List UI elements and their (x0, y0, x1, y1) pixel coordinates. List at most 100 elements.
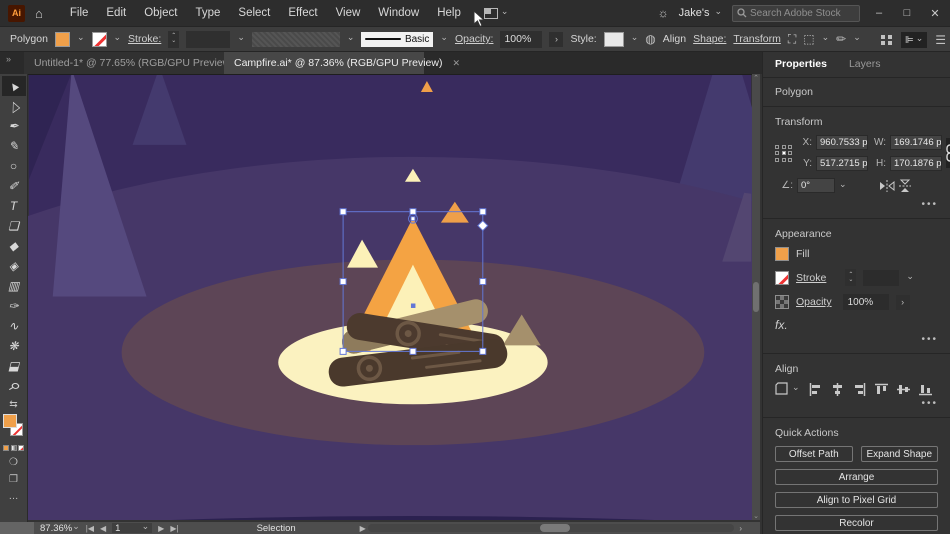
align-left-icon[interactable] (809, 382, 822, 396)
transform-more-options-icon[interactable]: ••• (775, 199, 938, 210)
isolate-selection-icon[interactable]: ✏ (836, 32, 846, 46)
next-artboard-icon[interactable]: ▶ (158, 524, 164, 533)
zoom-level-field[interactable]: 87.36% (40, 523, 72, 534)
fill-color-swatch[interactable] (54, 31, 70, 47)
color-fill-icon[interactable] (3, 445, 9, 451)
handle-mid-left[interactable] (339, 278, 347, 286)
menu-list-icon[interactable]: ☰ (935, 33, 946, 47)
drawing-mode-icon[interactable]: ❍ (9, 457, 18, 468)
transform-label[interactable]: Transform (733, 33, 780, 45)
zoom-level-chevron-icon[interactable] (72, 523, 80, 534)
direct-selection-tool-icon[interactable]: △ (2, 96, 26, 116)
stroke-weight-chevron-icon[interactable] (906, 272, 914, 284)
minimize-button[interactable]: – (870, 7, 888, 19)
stroke-weight-value-field[interactable] (863, 269, 900, 286)
expand-section-button[interactable]: › (549, 31, 564, 47)
align-bottom-icon[interactable] (918, 383, 932, 396)
menu-view[interactable]: View (327, 7, 370, 19)
recolor-button[interactable]: Recolor (775, 515, 938, 531)
align-top-icon[interactable] (874, 383, 888, 396)
shape-label[interactable]: Shape: (693, 33, 726, 45)
opacity-expand-icon[interactable]: › (895, 294, 910, 310)
paintbrush-tool-icon[interactable]: ✐ (2, 176, 26, 196)
artboard-number-field[interactable]: 1 (112, 523, 153, 534)
reference-point-selector[interactable] (775, 144, 792, 162)
swap-fill-stroke-icon[interactable]: ⇆ (9, 399, 17, 410)
menu-window[interactable]: Window (369, 7, 428, 19)
fill-orange-swatch[interactable] (2, 414, 17, 428)
rotation-angle-field[interactable]: 0° (797, 178, 835, 193)
width-field[interactable]: 169.1746 p (890, 135, 942, 150)
document-setup-globe-icon[interactable]: ◍ (645, 32, 655, 46)
last-artboard-icon[interactable]: ▶| (170, 524, 178, 533)
horizontal-scrollbar[interactable] (368, 524, 734, 532)
tab-overflow-icon[interactable]: » (6, 54, 11, 64)
tab-properties[interactable]: Properties (775, 58, 827, 77)
tab-layers[interactable]: Layers (849, 58, 881, 77)
curvature-tool-icon[interactable]: ✎ (2, 136, 26, 156)
artboard-tool-icon[interactable]: ⬓ (2, 356, 26, 376)
type-tool-icon[interactable]: T (2, 196, 26, 216)
tab-campfire[interactable]: Campfire.ai* @ 87.36% (RGB/GPU Preview) ✕ (224, 52, 460, 74)
shape-tool-icon[interactable]: ○ (2, 156, 26, 176)
appearance-stroke-label[interactable]: Stroke (796, 272, 826, 284)
handle-top-left[interactable] (339, 208, 347, 216)
appearance-opacity-swatch[interactable] (775, 295, 789, 309)
gradient-tool-icon[interactable]: ▥ (2, 276, 26, 296)
menu-help[interactable]: Help (428, 7, 470, 19)
blend-tool-icon[interactable]: ∿ (2, 316, 26, 336)
symbol-sprayer-tool-icon[interactable]: ❋ (2, 336, 26, 356)
discover-lightbulb-icon[interactable]: ☼ (658, 6, 669, 20)
account-menu[interactable]: Jake's (679, 7, 722, 19)
angle-chevron-icon[interactable] (839, 180, 847, 192)
menu-file[interactable]: File (61, 7, 98, 19)
x-position-field[interactable]: 960.7533 p (816, 135, 868, 150)
home-icon[interactable]: ⌂ (35, 6, 43, 21)
appearance-more-options-icon[interactable]: ••• (775, 334, 938, 345)
touch-workspace-icon[interactable] (880, 35, 893, 45)
pen-tool-icon[interactable]: ✒ (2, 116, 26, 136)
stroke-weight-label[interactable]: Stroke: (128, 33, 161, 45)
menu-type[interactable]: Type (186, 7, 229, 19)
opacity-label[interactable]: Opacity: (455, 33, 494, 45)
menu-object[interactable]: Object (135, 7, 186, 19)
maximize-button[interactable]: □ (898, 7, 916, 19)
toolbar-more-icon[interactable]: … (9, 491, 19, 502)
stroke-color-swatch[interactable] (91, 31, 107, 47)
horizontal-scroll-thumb[interactable] (540, 524, 570, 532)
zoom-tool-icon[interactable]: ⚲ (2, 376, 26, 396)
fx-effects-button[interactable]: fx. (775, 318, 938, 332)
appearance-stroke-swatch[interactable] (775, 270, 789, 285)
height-field[interactable]: 170.1876 p (890, 156, 942, 171)
y-position-field[interactable]: 517.2715 p (816, 156, 868, 171)
opacity-value-field[interactable]: 100% (842, 294, 889, 310)
handle-mid-right[interactable] (479, 278, 487, 286)
handle-top-right[interactable] (479, 208, 487, 216)
center-point-widget[interactable] (410, 303, 416, 308)
scroll-down-icon[interactable]: ⌄ (752, 512, 760, 520)
align-to-pixel-grid-button[interactable]: Align to Pixel Grid (775, 492, 938, 508)
select-similar-icon[interactable]: ⬚ (803, 32, 814, 46)
shape-builder-tool-icon[interactable]: ◈ (2, 256, 26, 276)
tab-untitled-1[interactable]: Untitled-1* @ 77.65% (RGB/GPU Preview)✕ (24, 52, 251, 74)
align-right-icon[interactable] (853, 382, 866, 396)
adobe-stock-search-input[interactable]: Search Adobe Stock (732, 4, 860, 22)
eyedropper-tool-icon[interactable]: ✑ (2, 296, 26, 316)
expand-shape-button[interactable]: Expand Shape (860, 446, 938, 462)
stroke-weight-stepper[interactable]: ⌃ ⌄ (845, 269, 857, 286)
align-to-selector[interactable] (775, 382, 800, 396)
align-more-options-icon[interactable]: ••• (775, 398, 938, 409)
align-label[interactable]: Align (663, 33, 686, 45)
arrange-documents-icon[interactable]: ⊫ (900, 32, 928, 48)
fill-stroke-indicator[interactable] (2, 414, 26, 440)
eraser-tool-icon[interactable]: ◆ (2, 236, 26, 256)
workspace-switcher[interactable] (483, 7, 509, 19)
align-horizontal-center-icon[interactable] (831, 382, 844, 396)
status-menu-arrow-icon[interactable]: ▶ (360, 524, 366, 533)
appearance-fill-swatch[interactable] (775, 247, 789, 261)
vertical-scrollbar[interactable]: ⌃ ⌄ (752, 74, 760, 520)
artboard-canvas[interactable] (28, 74, 752, 520)
stroke-weight-stepper[interactable]: ⌃ ⌄ (168, 30, 180, 48)
none-fill-icon[interactable] (18, 445, 24, 451)
scroll-right-icon[interactable]: › (739, 524, 742, 533)
